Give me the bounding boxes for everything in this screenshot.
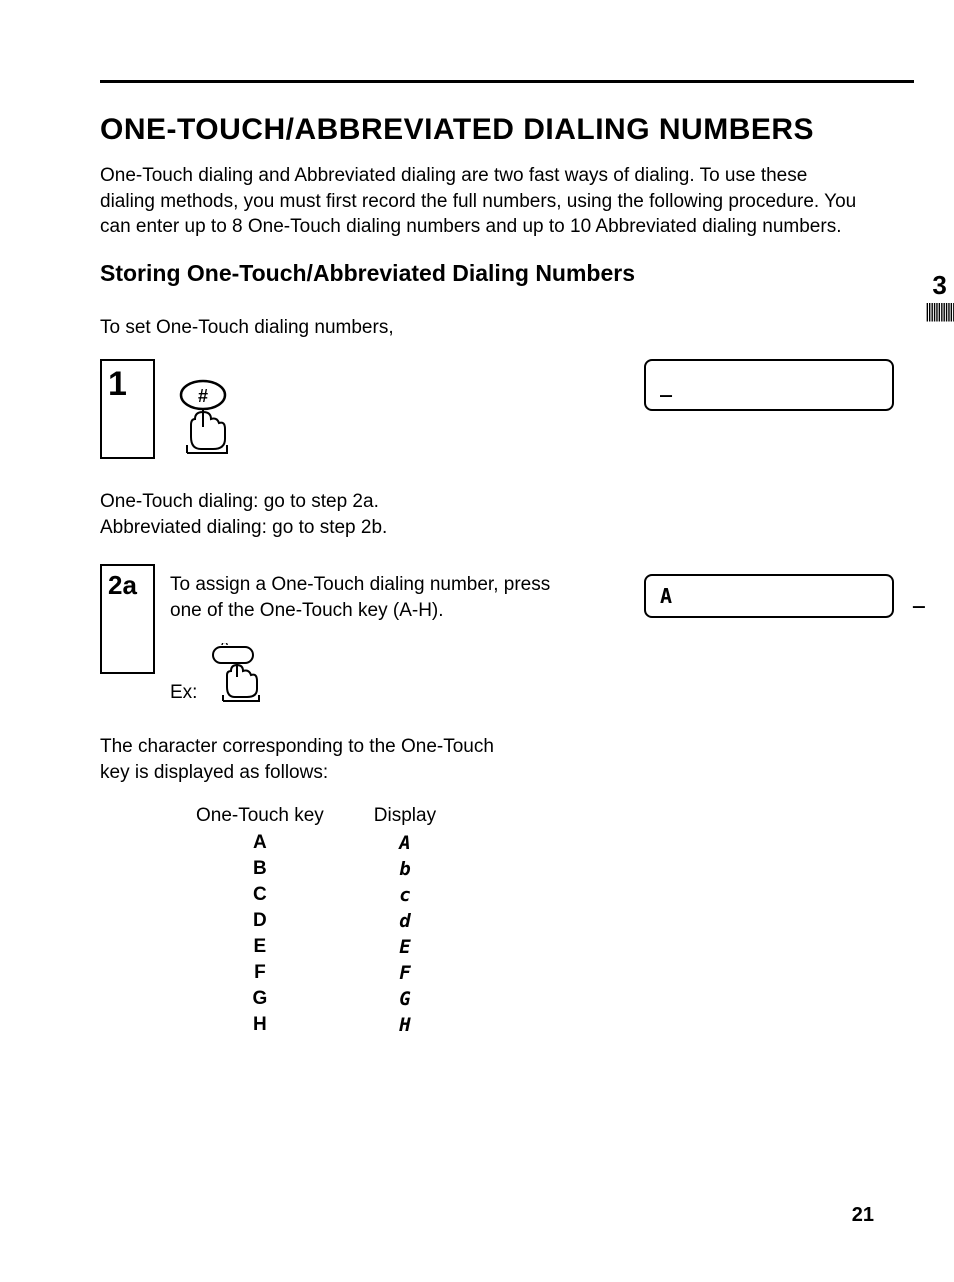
table-row: HH [172,1013,460,1037]
step-1-number: 1 [108,365,127,404]
table-head-display: Display [350,803,460,829]
table-row: FF [172,961,460,985]
svg-text:A: A [221,643,228,648]
a-key-press-icon: A [207,643,277,708]
step-note-a: One-Touch dialing: go to step 2a. [100,491,379,512]
table-row: Cc [172,883,460,907]
step-2a-text: To assign a One-Touch dialing number, pr… [170,564,570,623]
intro-paragraph: One-Touch dialing and Abbreviated dialin… [100,163,860,240]
display-2-text: A _ [660,584,925,608]
chapter-bars-icon: |||||||||||| [925,301,954,321]
display-screen-2: A _ [644,574,894,618]
section-subtitle: Storing One-Touch/Abbreviated Dialing Nu… [100,260,894,287]
chapter-number: 3 [925,270,954,301]
page-title: ONE-TOUCH/ABBREVIATED DIALING NUMBERS [100,113,894,147]
page-number: 21 [852,1204,874,1227]
example-row: Ex: A [170,643,894,708]
table-head-key: One-Touch key [172,803,348,829]
hash-key-press-icon: # [175,377,245,462]
instruction-text: To set One-Touch dialing numbers, [100,317,894,339]
table-intro-text: The character corresponding to the One-T… [100,734,500,785]
top-rule [100,80,914,83]
chapter-tab: 3 |||||||||||| [925,270,954,321]
table-row: GG [172,987,460,1011]
table-header-row: One-Touch key Display [172,803,460,829]
display-screen-1: _ [644,359,894,411]
step-note-b: Abbreviated dialing: go to step 2b. [100,517,387,538]
step-2a-row: 2a To assign a One-Touch dialing number,… [100,564,894,704]
key-display-table: One-Touch key Display AA Bb Cc Dd EE FF … [170,801,462,1039]
table-row: Dd [172,909,460,933]
step-2a-box: 2a [100,564,155,674]
step-1-box: 1 [100,359,155,459]
display-1-text: _ [660,373,672,397]
table-row: EE [172,935,460,959]
table-row: AA [172,831,460,855]
example-label: Ex: [170,682,197,704]
step-2a-number: 2a [108,570,137,601]
svg-text:#: # [198,386,208,406]
table-row: Bb [172,857,460,881]
step-note: One-Touch dialing: go to step 2a. Abbrev… [100,489,894,540]
step-1-row: 1 # _ [100,359,894,469]
